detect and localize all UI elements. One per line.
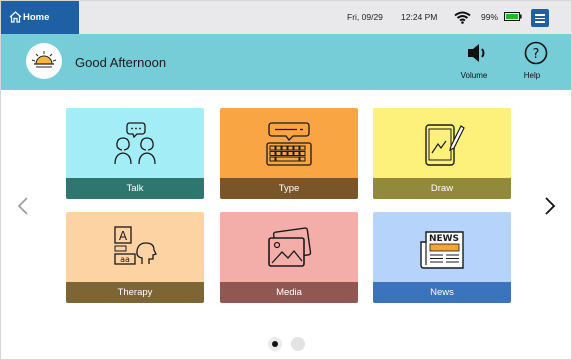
speaker-volume-icon (467, 44, 484, 62)
tile-label: Type (220, 178, 358, 199)
therapy-letters-icon: A aa (114, 226, 157, 265)
newspaper-icon: NEWS (420, 231, 464, 269)
header-bar: Good Afternoon Volume ? Help (1, 34, 571, 90)
tile-label: News (373, 282, 511, 303)
tile-label: Therapy (66, 282, 204, 303)
menu-icon (535, 14, 545, 16)
next-page-arrow-icon[interactable] (544, 196, 556, 216)
wifi-icon (454, 11, 471, 24)
home-button[interactable]: Home (1, 1, 79, 34)
home-button-label: Home (23, 12, 50, 23)
tile-type[interactable]: Type (220, 108, 358, 199)
tablet-pen-icon (425, 124, 465, 166)
battery-icon (504, 12, 522, 21)
status-time: 12:24 PM (401, 12, 438, 22)
page-dot-2[interactable] (291, 337, 305, 351)
tile-media[interactable]: Media (220, 212, 358, 303)
svg-text:aa: aa (120, 255, 130, 264)
svg-text:NEWS: NEWS (429, 234, 459, 244)
home-icon (9, 11, 22, 23)
help-question-icon: ? (524, 41, 547, 65)
keyboard-message-icon (266, 122, 312, 166)
tile-label: Talk (66, 178, 204, 199)
greeting-text: Good Afternoon (75, 55, 167, 70)
tile-label: Media (220, 282, 358, 303)
help-button[interactable]: ? Help (512, 41, 552, 80)
tile-therapy[interactable]: A aa Therapy (66, 212, 204, 303)
volume-button[interactable]: Volume (454, 41, 494, 80)
previous-page-arrow-icon[interactable] (17, 196, 29, 216)
two-people-talking-icon (114, 122, 156, 165)
status-date: Fri, 09/29 (347, 12, 383, 22)
menu-icon-line (535, 17, 545, 20)
menu-button[interactable] (531, 9, 549, 27)
tile-talk[interactable]: Talk (66, 108, 204, 199)
tile-draw[interactable]: Draw (373, 108, 511, 199)
volume-label: Volume (460, 71, 488, 80)
page-dot-active-marker (272, 341, 278, 347)
page-dot-1[interactable] (268, 337, 282, 351)
svg-text:A: A (119, 229, 128, 243)
battery-percent: 99% (481, 12, 499, 22)
tile-label: Draw (373, 178, 511, 199)
help-label: Help (523, 71, 541, 80)
svg-text:?: ? (532, 47, 539, 62)
menu-icon-line (535, 21, 545, 23)
afternoon-sun-icon (26, 43, 62, 79)
tile-news[interactable]: NEWS News (373, 212, 511, 303)
photos-icon (268, 227, 312, 267)
